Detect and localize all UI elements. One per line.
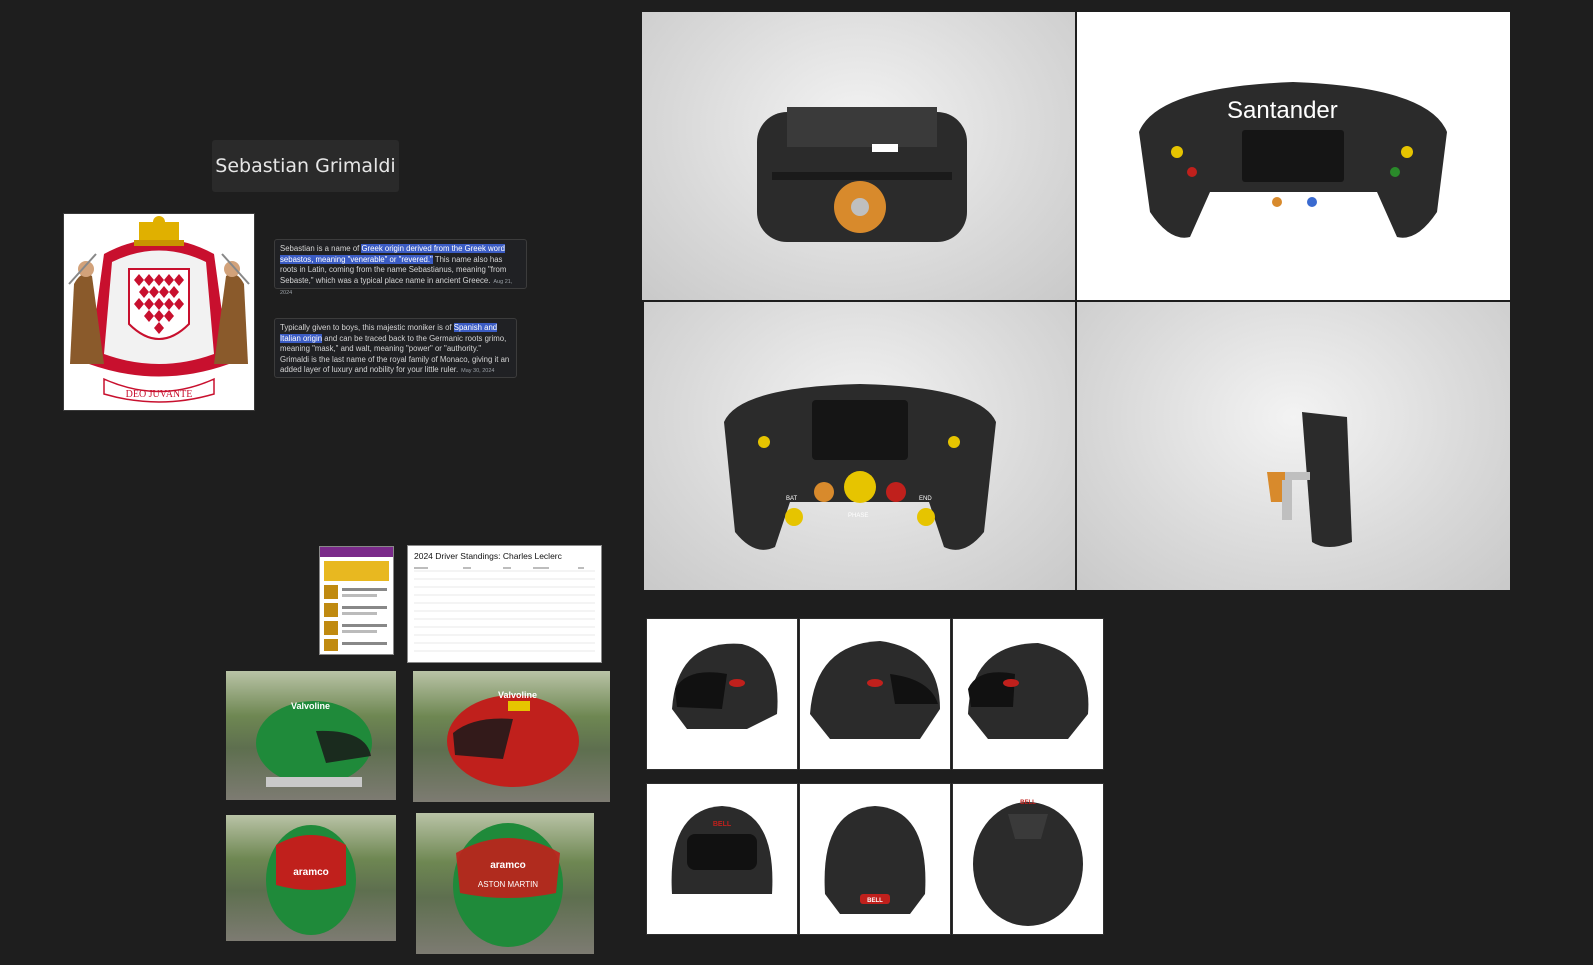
page-title: Sebastian Grimaldi xyxy=(215,155,396,177)
helmet-thumb-front[interactable]: BELL xyxy=(646,783,798,935)
helmet-photo-green[interactable]: Valvoline xyxy=(226,671,396,800)
helmet-thumb-back[interactable]: BELL xyxy=(799,783,951,935)
helmet-thumb-top[interactable]: BELL xyxy=(952,783,1104,935)
steering-wheel-ferrari-front[interactable] xyxy=(642,12,1075,300)
helmet-photo-front[interactable]: aramco xyxy=(226,815,396,941)
helmet-brand-label: BELL xyxy=(713,821,732,828)
wheel-side-view-icon xyxy=(1267,412,1352,547)
snippet-text-pre: Sebastian is a name of xyxy=(280,244,362,253)
carbon-helmet-icon: BELL xyxy=(671,806,773,894)
green-helmet-icon: Valvoline xyxy=(256,701,372,787)
helmet-thumb-left[interactable] xyxy=(952,618,1104,770)
carbon-helmet-icon: BELL xyxy=(824,806,926,914)
monaco-coat-of-arms-icon: DEO JUVANTE xyxy=(68,216,250,403)
helmet-brand: aramco xyxy=(490,860,526,871)
steering-wheel-santander[interactable]: Santander xyxy=(1077,12,1510,300)
helmet-photo-red[interactable]: Valvoline xyxy=(413,671,610,802)
name-origin-snippet-sebastian[interactable]: Sebastian is a name of Greek origin deri… xyxy=(274,239,527,296)
snippet-date: May 30, 2024 xyxy=(461,368,495,374)
name-origin-snippet-grimaldi[interactable]: Typically given to boys, this majestic m… xyxy=(274,318,517,378)
driver-standings-doc[interactable]: 2024 Driver Standings: Charles Leclerc xyxy=(407,545,602,663)
helmet-brand-aston: ASTON MARTIN xyxy=(478,880,538,889)
steering-wheel-ferrari-display[interactable]: BAT PHASE END xyxy=(644,302,1075,590)
helmet-brand: Valvoline xyxy=(498,690,537,700)
santander-steering-wheel-icon: Santander xyxy=(1139,82,1447,238)
front-helmet-icon: aramco xyxy=(266,825,356,935)
standings-heading: 2024 Driver Standings: Charles Leclerc xyxy=(414,551,562,561)
helmet-brand: Valvoline xyxy=(291,701,330,711)
snippet-text-pre: Typically given to boys, this majestic m… xyxy=(280,323,454,332)
red-helmet-icon: Valvoline xyxy=(447,690,579,787)
helmet-thumb-side[interactable] xyxy=(646,618,798,770)
wheel-label-bat: BAT xyxy=(786,496,798,502)
ferrari-steering-wheel-icon xyxy=(757,107,967,242)
helmet-photo-aston[interactable]: aramco ASTON MARTIN xyxy=(416,813,594,954)
helmet-brand: aramco xyxy=(293,867,329,878)
standings-table-icon xyxy=(414,567,595,652)
helmet-brand-label: BELL xyxy=(867,898,883,904)
wheel-sponsor-text: Santander xyxy=(1227,97,1338,124)
infographic-icon xyxy=(320,547,393,651)
carbon-helmet-icon xyxy=(810,641,940,739)
helmet-thumb-rear-side[interactable] xyxy=(799,618,951,770)
page-title-note[interactable]: Sebastian Grimaldi xyxy=(212,140,399,192)
infographic-thumbnail[interactable] xyxy=(319,546,394,655)
helmet-brand-label: BELL xyxy=(1020,800,1036,806)
ferrari-display-wheel-icon: BAT PHASE END xyxy=(724,384,996,550)
wheel-label-phase: PHASE xyxy=(848,513,868,519)
coat-of-arms-image[interactable]: DEO JUVANTE xyxy=(63,213,255,411)
carbon-helmet-icon xyxy=(672,643,778,729)
carbon-helmet-icon: BELL xyxy=(973,800,1083,926)
aston-helmet-icon: aramco ASTON MARTIN xyxy=(453,823,563,947)
carbon-helmet-icon xyxy=(968,643,1089,739)
coat-of-arms-motto: DEO JUVANTE xyxy=(126,389,193,400)
wheel-label-end: END xyxy=(919,496,932,502)
steering-wheel-side-view[interactable] xyxy=(1077,302,1510,590)
